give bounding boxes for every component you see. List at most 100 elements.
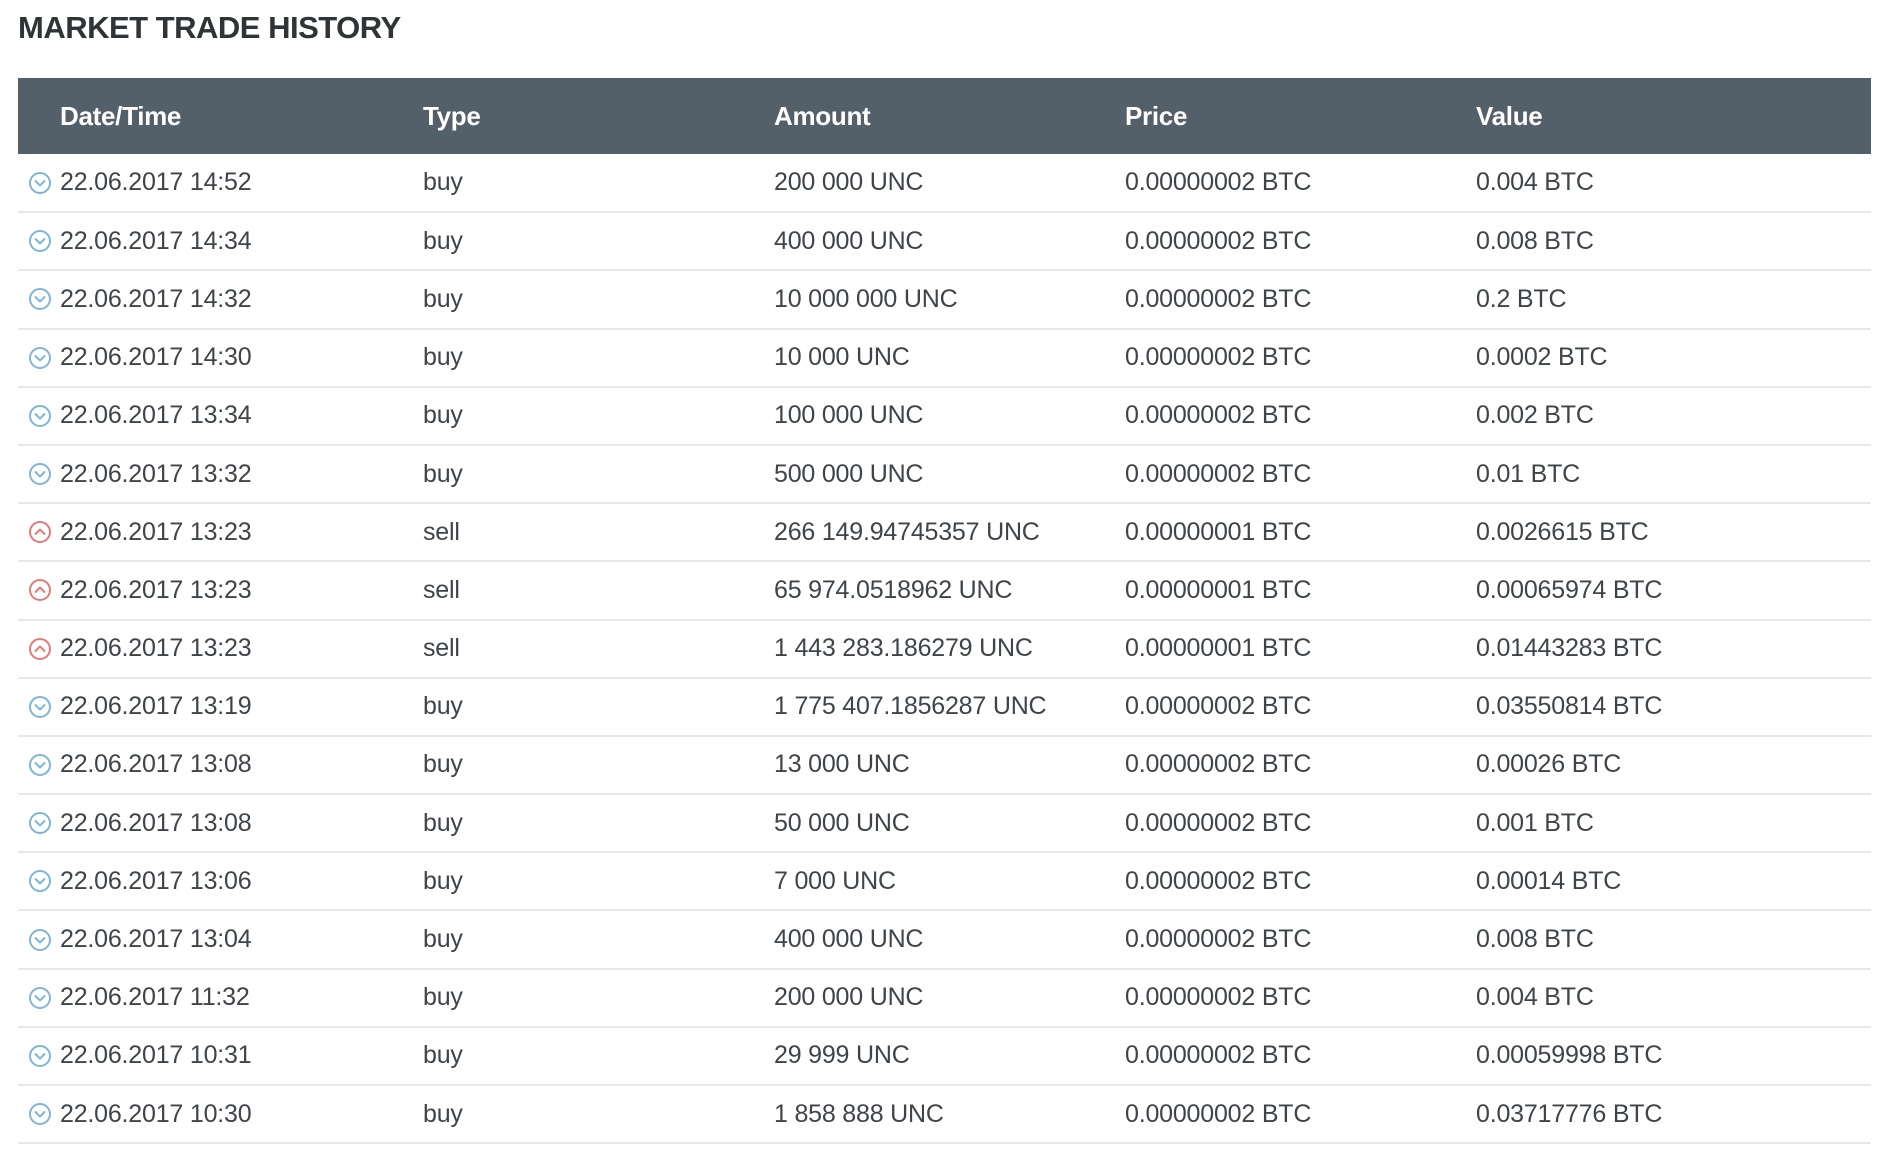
cell-price: 0.00000002 BTC xyxy=(1125,459,1312,488)
cell-value: 0.00026 BTC xyxy=(1476,750,1622,779)
datetime-wrapper: 22.06.2017 13:34 xyxy=(18,401,423,430)
cell-datetime: 22.06.2017 14:52 xyxy=(18,154,423,212)
cell-amount: 400 000 UNC xyxy=(774,226,924,255)
chevron-down-circle-icon xyxy=(29,230,51,253)
datetime-wrapper: 22.06.2017 13:23 xyxy=(18,576,423,605)
chevron-up-circle-icon xyxy=(29,637,51,660)
cell-type: buy xyxy=(423,459,463,488)
cell-value: 0.01 BTC xyxy=(1476,459,1581,488)
table-row: 22.06.2017 14:52 buy 200 000 UNC 0.00000002… xyxy=(18,154,1871,213)
cell-price: 0.00000002 BTC xyxy=(1125,284,1312,313)
datetime-wrapper: 22.06.2017 11:32 xyxy=(18,983,423,1012)
trade-history-table: Date/Time Type Amount Price Value 22.06.… xyxy=(18,78,1871,1144)
cell-amount: 1 443 283.186279 UNC xyxy=(774,634,1033,663)
cell-value: 0.03717776 BTC xyxy=(1476,1099,1663,1128)
chevron-down-circle-icon xyxy=(29,986,51,1009)
cell-amount: 10 000 UNC xyxy=(774,343,910,372)
table-row: 22.06.2017 14:30 buy 10 000 UNC 0.00000002 … xyxy=(18,329,1871,387)
column-header-type[interactable]: Type xyxy=(423,78,774,154)
cell-value: 0.008 BTC xyxy=(1476,925,1594,954)
chevron-down-circle-icon xyxy=(29,288,51,311)
cell-value: 0.0002 BTC xyxy=(1476,343,1608,372)
chevron-down-circle-icon xyxy=(29,404,51,427)
cell-datetime: 22.06.2017 13:06 xyxy=(18,852,423,910)
column-header-amount[interactable]: Amount xyxy=(774,78,1125,154)
cell-value: 0.03550814 BTC xyxy=(1476,692,1663,721)
cell-price: 0.00000002 BTC xyxy=(1125,1099,1312,1128)
datetime-text: 22.06.2017 14:32 xyxy=(60,284,252,313)
datetime-text: 22.06.2017 14:30 xyxy=(60,343,252,372)
datetime-wrapper: 22.06.2017 13:32 xyxy=(18,460,423,489)
datetime-wrapper: 22.06.2017 14:30 xyxy=(18,343,423,372)
cell-price: 0.00000002 BTC xyxy=(1125,750,1312,779)
table-row: 22.06.2017 13:04 buy 400 000 UNC 0.00000002… xyxy=(18,910,1871,969)
table-header-row: Date/Time Type Amount Price Value xyxy=(18,78,1871,154)
cell-value: 0.0026615 BTC xyxy=(1476,517,1649,546)
datetime-text: 22.06.2017 13:34 xyxy=(60,401,252,430)
datetime-wrapper: 22.06.2017 13:23 xyxy=(18,634,423,663)
datetime-text: 22.06.2017 14:34 xyxy=(60,226,252,255)
page-title: MARKET TRADE HISTORY xyxy=(18,10,401,45)
table-row: 22.06.2017 10:31 buy 29 999 UNC 0.00000002 … xyxy=(18,1027,1871,1085)
table-row: 22.06.2017 13:08 buy 50 000 UNC 0.00000002 … xyxy=(18,794,1871,853)
cell-datetime: 22.06.2017 13:23 xyxy=(18,561,423,619)
cell-amount: 1 775 407.1856287 UNC xyxy=(774,692,1047,721)
datetime-text: 22.06.2017 11:32 xyxy=(60,983,250,1012)
table-row: 22.06.2017 13:34 buy 100 000 UNC 0.00000002… xyxy=(18,387,1871,445)
cell-amount: 1 858 888 UNC xyxy=(774,1099,944,1128)
cell-price: 0.00000002 BTC xyxy=(1125,983,1312,1012)
cell-price: 0.00000002 BTC xyxy=(1125,866,1312,895)
cell-value: 0.004 BTC xyxy=(1476,983,1594,1012)
datetime-text: 22.06.2017 13:23 xyxy=(60,634,252,663)
datetime-wrapper: 22.06.2017 13:23 xyxy=(18,518,423,547)
cell-datetime: 22.06.2017 13:34 xyxy=(18,387,423,445)
datetime-wrapper: 22.06.2017 13:04 xyxy=(18,925,423,954)
trade-history-table-container: Date/Time Type Amount Price Value 22.06.… xyxy=(18,78,1871,1144)
cell-type: buy xyxy=(423,1099,463,1128)
table-row: 22.06.2017 14:34 buy 400 000 UNC 0.00000002… xyxy=(18,212,1871,271)
cell-type: buy xyxy=(423,226,463,255)
cell-value: 0.2 BTC xyxy=(1476,284,1567,313)
cell-type: buy xyxy=(423,750,463,779)
datetime-text: 22.06.2017 13:06 xyxy=(60,866,252,895)
cell-amount: 200 000 UNC xyxy=(774,168,924,197)
cell-amount: 266 149.94745357 UNC xyxy=(774,517,1040,546)
cell-type: sell xyxy=(423,575,460,604)
cell-price: 0.00000002 BTC xyxy=(1125,343,1312,372)
cell-datetime: 22.06.2017 10:31 xyxy=(18,1027,423,1085)
column-header-price[interactable]: Price xyxy=(1125,78,1476,154)
datetime-text: 22.06.2017 14:52 xyxy=(60,168,252,197)
cell-amount: 13 000 UNC xyxy=(774,750,910,779)
cell-type: buy xyxy=(423,808,463,837)
cell-value: 0.008 BTC xyxy=(1476,226,1594,255)
datetime-text: 22.06.2017 10:31 xyxy=(60,1041,252,1070)
cell-datetime: 22.06.2017 13:23 xyxy=(18,620,423,678)
column-header-datetime[interactable]: Date/Time xyxy=(18,78,423,154)
datetime-wrapper: 22.06.2017 13:19 xyxy=(18,692,423,721)
cell-value: 0.00065974 BTC xyxy=(1476,575,1663,604)
datetime-text: 22.06.2017 13:08 xyxy=(60,808,252,837)
chevron-down-circle-icon xyxy=(29,812,51,835)
cell-datetime: 22.06.2017 13:19 xyxy=(18,678,423,736)
cell-amount: 29 999 UNC xyxy=(774,1041,910,1070)
chevron-down-circle-icon xyxy=(29,753,51,776)
table-header: Date/Time Type Amount Price Value xyxy=(18,78,1871,154)
chevron-down-circle-icon xyxy=(29,1103,51,1126)
cell-type: buy xyxy=(423,343,463,372)
cell-datetime: 22.06.2017 13:32 xyxy=(18,445,423,503)
cell-datetime: 22.06.2017 11:32 xyxy=(18,969,423,1027)
chevron-down-circle-icon xyxy=(29,928,51,951)
cell-datetime: 22.06.2017 13:08 xyxy=(18,794,423,852)
table-row: 22.06.2017 13:19 buy 1 775 407.1856287 UNC… xyxy=(18,678,1871,736)
datetime-wrapper: 22.06.2017 14:34 xyxy=(18,227,423,256)
table-row: 22.06.2017 13:08 buy 13 000 UNC 0.00000002 … xyxy=(18,736,1871,795)
column-header-value[interactable]: Value xyxy=(1476,78,1871,154)
cell-type: buy xyxy=(423,1041,463,1070)
cell-type: buy xyxy=(423,866,463,895)
chevron-down-circle-icon xyxy=(29,695,51,718)
table-row: 22.06.2017 14:32 buy 10 000 000 UNC 0.00000… xyxy=(18,270,1871,329)
chevron-up-circle-icon xyxy=(29,579,51,602)
cell-price: 0.00000002 BTC xyxy=(1125,808,1312,837)
cell-price: 0.00000002 BTC xyxy=(1125,1041,1312,1070)
datetime-wrapper: 22.06.2017 13:08 xyxy=(18,809,423,838)
